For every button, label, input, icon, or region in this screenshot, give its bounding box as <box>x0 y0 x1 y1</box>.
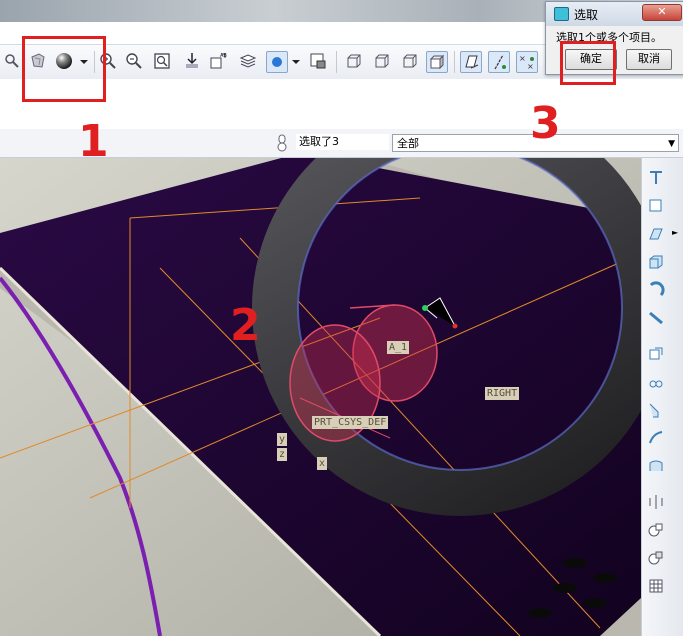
axis-label-a1[interactable]: A_1 <box>387 341 410 354</box>
draft-icon[interactable] <box>646 428 666 448</box>
view-manager-icon[interactable] <box>266 51 288 73</box>
no-hidden-icon[interactable] <box>400 51 420 71</box>
dialog-titlebar[interactable]: 选取 ✕ <box>546 2 683 26</box>
annotation-number-3: 3 <box>530 98 561 149</box>
plane-label-right[interactable]: RIGHT <box>485 387 520 400</box>
orient-icon[interactable]: AB <box>208 51 228 71</box>
svg-text:×: × <box>527 62 534 71</box>
annotation-box-3 <box>560 41 616 85</box>
saved-views-icon[interactable] <box>308 51 328 71</box>
chevron-right-icon[interactable]: ► <box>672 228 678 237</box>
svg-text:AB: AB <box>220 53 227 59</box>
cancel-button[interactable]: 取消 <box>626 49 672 70</box>
csys-axis-x-label: x <box>317 457 328 470</box>
extrude-icon[interactable] <box>646 252 666 272</box>
revolve-icon[interactable] <box>646 280 666 300</box>
toolbar-separator <box>336 51 337 73</box>
trim-icon[interactable] <box>646 548 666 568</box>
wireframe-icon[interactable] <box>344 51 364 71</box>
layers-icon[interactable] <box>238 51 258 71</box>
round-icon[interactable] <box>646 456 666 476</box>
annotation-number-1: 1 <box>78 116 109 167</box>
model-scene <box>0 158 641 636</box>
merge-icon[interactable] <box>646 520 666 540</box>
chevron-down-icon: ▼ <box>668 139 675 149</box>
feature-toolbar: ► <box>641 158 683 636</box>
filter-combo-value: 全部 <box>397 137 419 150</box>
csys-axis-z-label: z <box>277 448 288 461</box>
rib-icon[interactable] <box>646 400 666 420</box>
hidden-line-icon[interactable] <box>372 51 392 71</box>
selection-status-icon[interactable] <box>274 133 290 153</box>
refit-icon[interactable] <box>2 51 22 71</box>
shaded-icon[interactable] <box>426 51 448 73</box>
plane-display-icon[interactable] <box>460 51 482 73</box>
mirror-icon[interactable] <box>646 492 666 512</box>
csys-axis-y-label: y <box>277 433 288 446</box>
sweep-icon[interactable] <box>646 308 666 328</box>
chevron-down-icon[interactable] <box>290 51 302 71</box>
toolbar-separator <box>454 51 455 73</box>
svg-text:×: × <box>519 54 526 63</box>
shell-icon[interactable] <box>646 372 666 392</box>
point-display-icon[interactable]: × × <box>516 51 538 73</box>
repaint-icon[interactable] <box>182 51 202 71</box>
axis-display-icon[interactable] <box>488 51 510 73</box>
hole-icon[interactable] <box>646 344 666 364</box>
datum-axis-icon[interactable] <box>646 196 666 216</box>
annotation-number-2: 2 <box>230 300 261 351</box>
annotation-box-1 <box>22 36 106 102</box>
selected-count-label: 选取了3 <box>296 134 389 150</box>
pattern-icon[interactable] <box>646 576 666 596</box>
refit-view-icon[interactable] <box>152 51 172 71</box>
datum-point-icon[interactable] <box>646 224 666 244</box>
close-icon[interactable]: ✕ <box>642 4 682 21</box>
dialog-title: 选取 <box>574 8 599 22</box>
datum-plane-icon[interactable] <box>646 168 666 188</box>
graphics-viewport[interactable]: A_1 PRT_CSYS_DEF RIGHT y z x <box>0 158 641 636</box>
zoom-out-icon[interactable] <box>124 51 144 71</box>
csys-label[interactable]: PRT_CSYS_DEF <box>312 416 389 429</box>
dialog-app-icon <box>554 7 569 21</box>
